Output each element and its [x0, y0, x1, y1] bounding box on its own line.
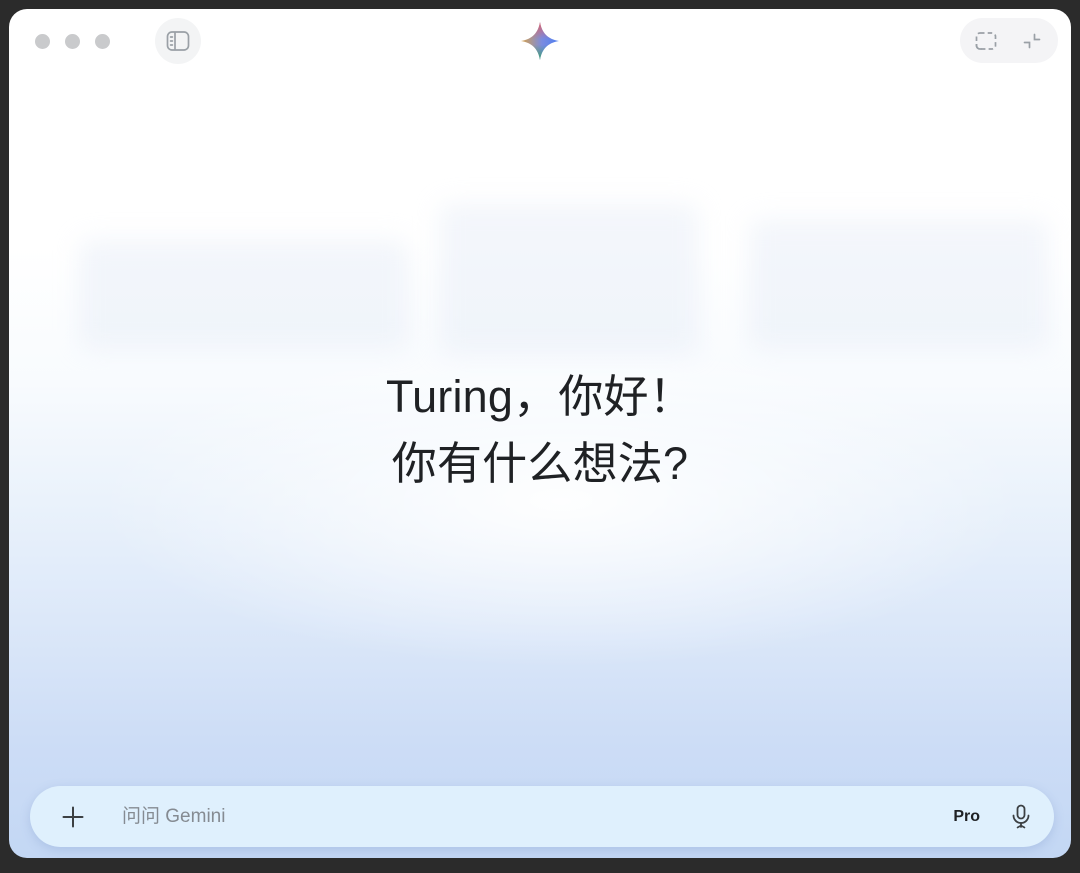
close-window-button[interactable] — [35, 34, 50, 49]
prompt-input[interactable] — [122, 806, 953, 828]
plus-icon — [61, 805, 85, 829]
greeting-line-1: Turing，你好！ — [9, 363, 1071, 430]
skyline-blob — [749, 219, 1049, 349]
model-badge[interactable]: Pro — [953, 808, 980, 826]
greeting-message: Turing，你好！ 你有什么想法? — [9, 363, 1071, 497]
macos-traffic-lights — [35, 34, 110, 49]
sidebar-toggle-button[interactable] — [155, 18, 201, 64]
microphone-icon — [1010, 804, 1032, 830]
zoom-window-button[interactable] — [95, 34, 110, 49]
sidebar-panel-icon — [166, 30, 190, 52]
titlebar-right-actions — [960, 18, 1058, 63]
collapse-window-icon[interactable] — [1021, 30, 1043, 52]
titlebar — [9, 9, 1071, 89]
microphone-button[interactable] — [1008, 804, 1034, 830]
background-skyline-art — [9, 149, 1071, 329]
skyline-blob — [79, 239, 409, 349]
minimize-window-button[interactable] — [65, 34, 80, 49]
add-attachment-button[interactable] — [60, 804, 86, 830]
gemini-app-window: Turing，你好！ 你有什么想法? Pro — [9, 9, 1071, 858]
screenshot-selection-icon[interactable] — [975, 30, 997, 52]
greeting-line-2: 你有什么想法? — [9, 430, 1071, 497]
gemini-sparkle-icon — [521, 22, 559, 60]
skyline-blob — [439, 204, 699, 354]
prompt-composer: Pro — [30, 786, 1054, 847]
